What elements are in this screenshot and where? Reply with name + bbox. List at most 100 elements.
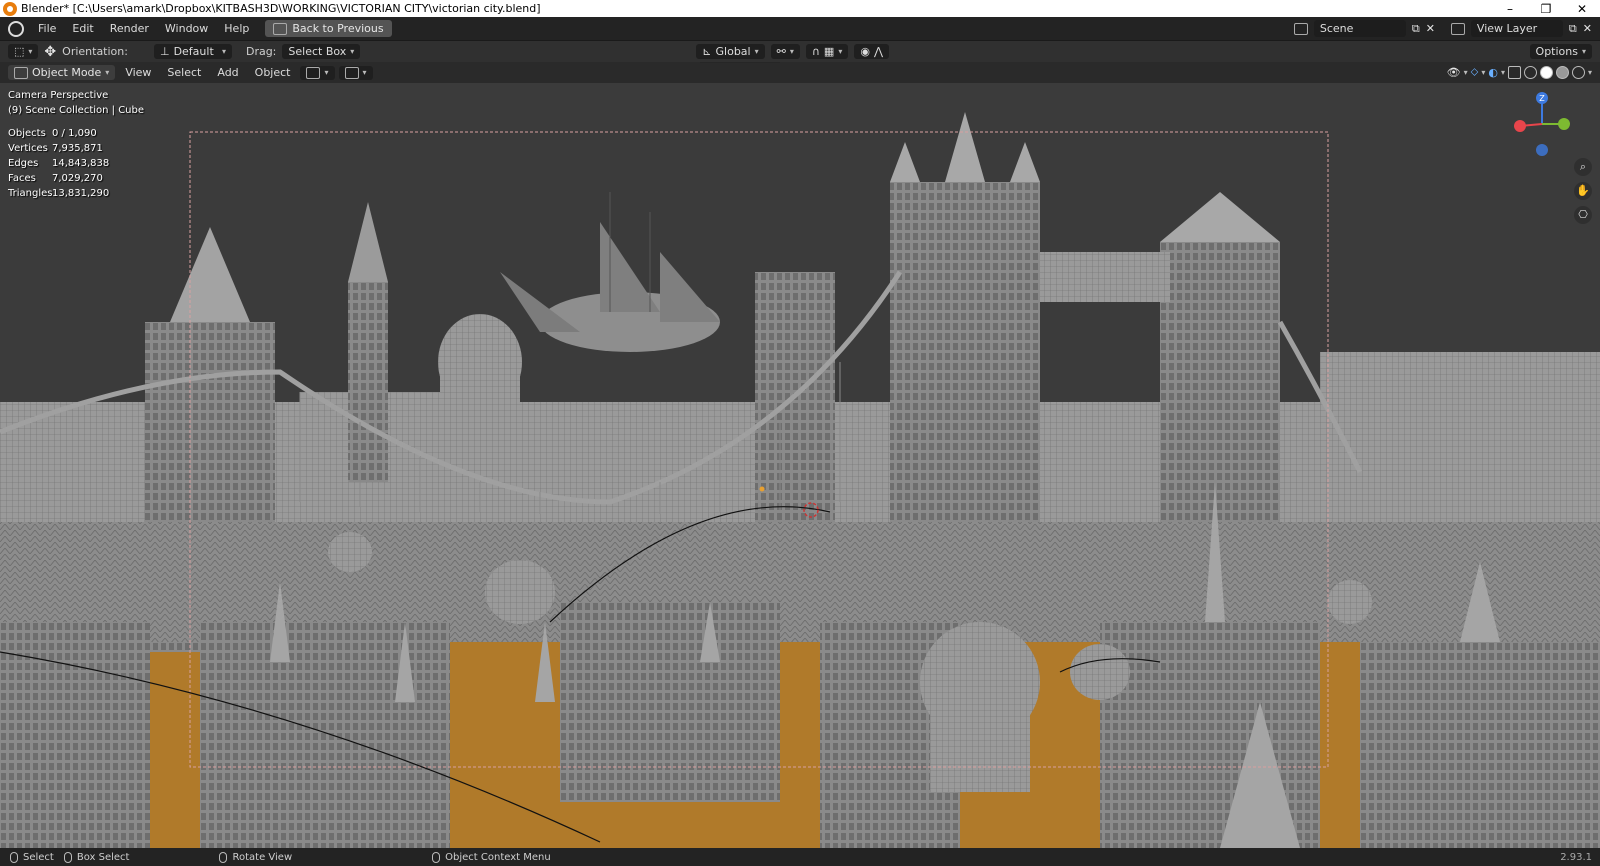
scene-field[interactable]: Scene	[1313, 20, 1406, 37]
wireframe-shading-icon[interactable]	[1523, 65, 1537, 79]
orientation-icon: ⊥	[159, 45, 170, 58]
close-button[interactable]: ✕	[1564, 2, 1600, 16]
pivot-dropdown[interactable]: ⚯ ▾	[770, 44, 800, 59]
mouse-right-icon	[432, 851, 441, 863]
header-select[interactable]: Select	[161, 66, 207, 79]
viewport-header: Object Mode ▾ View Select Add Object ▾ ▾	[0, 62, 1600, 83]
stat-row: Faces 7,029,270	[8, 171, 109, 186]
mouse-left-icon	[10, 851, 18, 863]
menu-edit[interactable]: Edit	[64, 22, 101, 35]
magnet-icon: ∩	[811, 45, 820, 58]
drag-dropdown[interactable]: Select Box ▾	[282, 44, 361, 59]
status-bar: Select Box Select Rotate View Object Con…	[0, 848, 1600, 866]
collection-label: (9) Scene Collection | Cube	[8, 105, 145, 116]
snap-target-icon	[344, 66, 359, 79]
proportional-edit-toggle[interactable]: ◉ ⋀	[854, 44, 889, 59]
transform-orientation-value: Global	[715, 45, 751, 58]
stat-value: 14,843,838	[52, 158, 110, 169]
3d-viewport[interactable]: Object Mode ▾ View Select Add Object ▾ ▾	[0, 62, 1600, 848]
remove-scene-icon[interactable]: ✕	[1426, 22, 1435, 35]
material-shading-icon[interactable]	[1555, 65, 1569, 79]
status-box-select-label: Box Select	[76, 851, 130, 863]
new-scene-icon[interactable]: ⧉	[1412, 22, 1420, 36]
window-title: Blender* [C:\Users\amark\Dropbox\KITBASH…	[21, 2, 541, 15]
snap-grid-icon: ▦	[823, 45, 835, 58]
stat-row: Vertices 7,935,871	[8, 141, 109, 156]
blender-menu-icon[interactable]	[8, 20, 24, 37]
header-object[interactable]: Object	[249, 66, 297, 79]
header-view[interactable]: View	[119, 66, 157, 79]
mode-dropdown[interactable]: Object Mode ▾	[8, 65, 116, 80]
remove-view-layer-icon[interactable]: ✕	[1583, 22, 1592, 35]
y-axis-icon	[1558, 118, 1570, 130]
back-to-previous-label: Back to Previous	[292, 22, 384, 35]
menu-window[interactable]: Window	[157, 22, 216, 35]
axis-icon: ⊾	[702, 45, 712, 58]
menu-file[interactable]: File	[30, 22, 64, 35]
tool-settings-bar: ⬚ ▾ ✥ Orientation: ⊥ Default ▾ Drag: Select…	[0, 41, 1600, 62]
stat-key: Edges	[8, 158, 39, 169]
minimize-button[interactable]: –	[1492, 2, 1528, 16]
status-context: Object Context Menu	[432, 851, 551, 863]
stat-row: Edges 14,843,838	[8, 156, 109, 171]
pivot-icon: ⚯	[776, 45, 786, 58]
screen-icon	[273, 22, 288, 35]
orientation-value: Default	[173, 45, 214, 58]
options-dropdown[interactable]: Options ▾	[1529, 44, 1592, 59]
back-to-previous-button[interactable]: Back to Previous	[265, 20, 392, 37]
solid-shading-icon[interactable]	[1539, 65, 1553, 79]
proportional-icon: ◉	[860, 45, 870, 58]
rendered-shading-icon[interactable]	[1571, 65, 1585, 79]
menu-render[interactable]: Render	[102, 22, 157, 35]
stat-row: Objects 0 / 1,090	[8, 126, 109, 141]
drag-value: Select Box	[288, 45, 347, 58]
mode-value: Object Mode	[32, 66, 102, 79]
window-titlebar: Blender* [C:\Users\amark\Dropbox\KITBASH…	[0, 0, 1600, 17]
stat-value: 0 / 1,090	[52, 128, 97, 139]
version-label: 2.93.1	[1560, 851, 1592, 863]
header-add[interactable]: Add	[211, 66, 244, 79]
status-context-label: Object Context Menu	[445, 851, 551, 863]
stat-row: Triangles 13,831,290	[8, 186, 109, 201]
scene-icon[interactable]	[1293, 22, 1308, 35]
view-layer-icon[interactable]	[1450, 22, 1465, 35]
snap-target-dropdown[interactable]: ▾	[338, 65, 373, 80]
transform-affect-dropdown[interactable]: ▾	[300, 65, 335, 80]
navigation-gizmo[interactable]: Z	[1512, 88, 1572, 158]
falloff-icon: ⋀	[873, 45, 883, 58]
view-layer-field[interactable]: View Layer	[1470, 20, 1563, 37]
menu-help[interactable]: Help	[216, 22, 257, 35]
stat-key: Vertices	[8, 143, 48, 154]
neg-z-axis-icon	[1536, 144, 1548, 156]
window-controls: – ❐ ✕	[1492, 2, 1600, 16]
drag-label: Drag:	[245, 45, 277, 58]
gizmo-toggle-icon[interactable]: ⬦	[1471, 65, 1479, 79]
stat-key: Objects	[8, 128, 46, 139]
mouse-middle-icon	[219, 851, 228, 863]
camera-view-icon[interactable]: ⎔	[1574, 206, 1592, 224]
snap-toggle[interactable]: ∩ ▦ ▾	[805, 44, 849, 59]
options-label: Options	[1535, 45, 1578, 58]
orientation-dropdown[interactable]: ⊥ Default ▾	[153, 44, 232, 59]
city-scene-render	[0, 62, 1600, 848]
tool-select-dropdown[interactable]: ⬚ ▾	[8, 44, 39, 59]
cursor-icon: ⬚	[14, 45, 25, 58]
viewport-nav-tools: ⌕ ✋ ⎔	[1574, 158, 1592, 224]
overlay-toggle-icon[interactable]: ◐	[1488, 66, 1498, 79]
xray-toggle-icon[interactable]	[1507, 65, 1521, 79]
pan-hand-icon[interactable]: ✋	[1574, 182, 1592, 200]
visibility-icon[interactable]: 👁	[1447, 66, 1461, 79]
affect-icon	[306, 66, 321, 79]
scene-statistics: Objects 0 / 1,090 Vertices 7,935,871 Edges…	[8, 126, 109, 201]
stat-value: 7,029,270	[52, 173, 103, 184]
object-mode-icon	[14, 66, 28, 79]
new-view-layer-icon[interactable]: ⧉	[1569, 22, 1577, 36]
maximize-button[interactable]: ❐	[1528, 2, 1564, 16]
shading-controls: 👁 ▾ ⬦ ▾ ◐ ▾ ▾	[1446, 65, 1592, 79]
scene-selectors: Scene ⧉ ✕ View Layer ⧉ ✕	[1293, 20, 1600, 37]
status-select: Select	[10, 851, 54, 863]
transform-orientation-dropdown[interactable]: ⊾ Global ▾	[696, 44, 765, 59]
zoom-icon[interactable]: ⌕	[1574, 158, 1592, 176]
status-rotate: Rotate View	[219, 851, 292, 863]
move-tool-icon[interactable]: ✥	[44, 44, 56, 60]
